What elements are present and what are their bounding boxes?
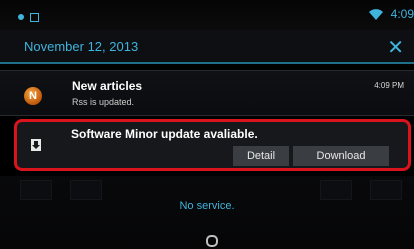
- status-time: 4:09: [390, 7, 414, 21]
- sd-card-icon: [30, 12, 39, 22]
- notification-new-articles[interactable]: N New articles Rss is updated. 4:09 PM: [0, 70, 414, 116]
- background-ghost-tile: [320, 180, 352, 200]
- wifi-icon: [368, 8, 383, 20]
- home-ring-icon[interactable]: [206, 235, 218, 247]
- download-icon: [31, 139, 41, 151]
- news-icon: N: [24, 87, 42, 105]
- no-service-label: No service.: [179, 200, 235, 212]
- notification-dot-icon: [18, 14, 24, 20]
- background-ghost-tile: [70, 180, 102, 200]
- background-ghost-tile: [370, 180, 402, 200]
- date-label: November 12, 2013: [24, 39, 139, 54]
- notification-title: New articles: [72, 79, 143, 93]
- notification-panel-screen: 4:09 November 12, 2013 ✕ N New articles …: [0, 0, 414, 249]
- notification-software-update[interactable]: Software Minor update avaliable. Detail …: [14, 119, 411, 171]
- download-button[interactable]: Download: [293, 146, 389, 166]
- notification-title: Software Minor update avaliable.: [71, 127, 258, 141]
- status-left-icons: [18, 10, 39, 23]
- notification-time: 4:09 PM: [374, 81, 404, 90]
- status-bar: 4:09: [0, 0, 414, 30]
- date-header: November 12, 2013 ✕: [0, 30, 414, 64]
- detail-button[interactable]: Detail: [233, 146, 289, 166]
- close-icon[interactable]: ✕: [387, 35, 404, 60]
- background-ghost-tile: [20, 180, 52, 200]
- notification-subtitle: Rss is updated.: [72, 97, 135, 107]
- status-right: 4:09: [368, 7, 414, 21]
